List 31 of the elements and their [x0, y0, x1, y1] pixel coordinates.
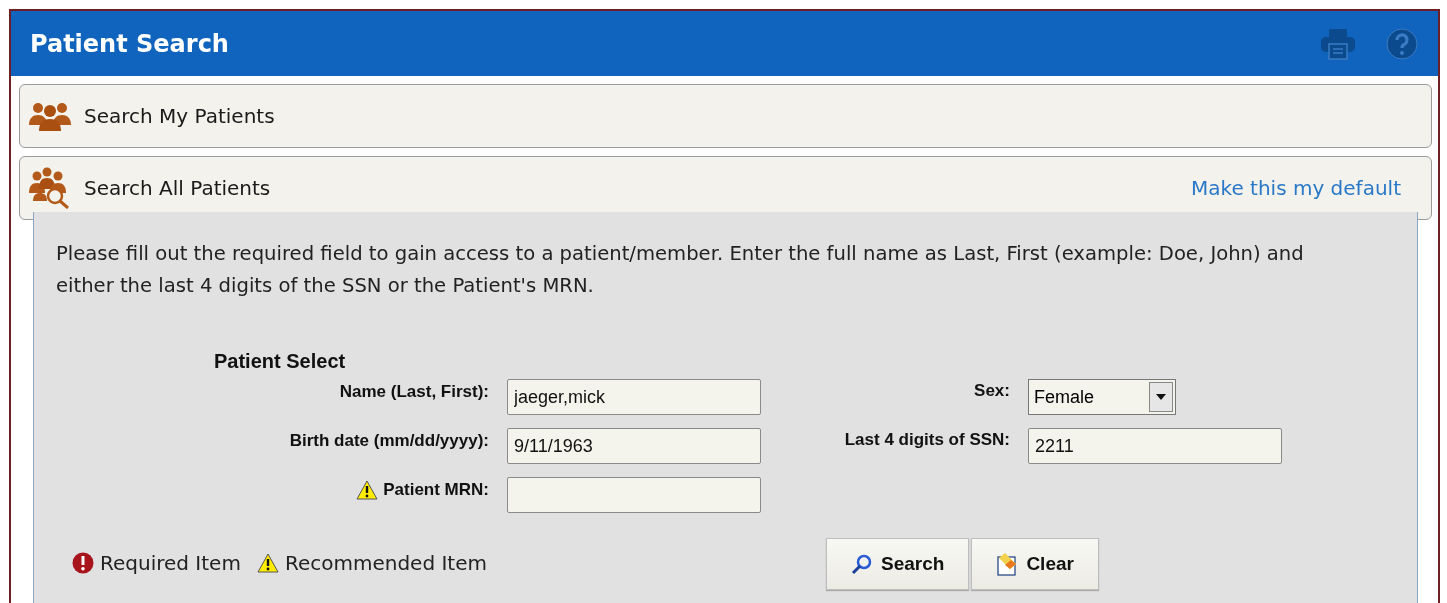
input-field[interactable]: 9/11/1963	[507, 428, 761, 464]
warning-icon	[356, 480, 379, 500]
help-icon[interactable]	[1386, 27, 1418, 60]
input-field[interactable]: jaeger,mick	[507, 379, 761, 415]
legend-label: Recommended Item	[284, 551, 487, 575]
default-link[interactable]: Make this my default	[1191, 176, 1401, 200]
field-label: Birth date (mm/dd/yyyy):	[289, 431, 489, 451]
warning-icon	[256, 553, 279, 573]
window-title: Patient Search	[30, 29, 230, 58]
sex-dropdown[interactable]: Female	[1028, 379, 1176, 415]
field-label: Sex:	[974, 381, 1010, 401]
field-label: Last 4 digits of SSN:	[844, 430, 1010, 450]
exclamation-icon	[72, 552, 94, 574]
accordion-header[interactable]: Search My Patients	[19, 84, 1432, 148]
input-field[interactable]: 2211	[1028, 428, 1282, 464]
legend-label: Required Item	[100, 551, 241, 575]
field-label: Patient MRN:	[383, 480, 489, 500]
section-title: Search My Patients	[84, 104, 276, 128]
input-field[interactable]	[507, 477, 761, 513]
people-search-icon	[28, 167, 72, 209]
section-title: Search All Patients	[84, 176, 272, 200]
search-icon	[851, 553, 873, 575]
dropdown-arrow-icon[interactable]	[1156, 394, 1166, 400]
form-title: Patient Select	[214, 350, 347, 373]
print-icon[interactable]	[1320, 27, 1356, 60]
people-icon	[28, 101, 72, 131]
search-button[interactable]: Search	[826, 538, 970, 590]
field-label: Name (Last, First):	[339, 382, 489, 402]
clear-button[interactable]: Clear	[971, 538, 1099, 590]
instructions-text: Please fill out the required field to gain access to a patient/member. Enter the full name as Last, First (example: Doe, John) and either the last 4 digits of the SSN or the Patient's MRN.	[56, 241, 1305, 299]
eraser-icon	[996, 552, 1019, 576]
